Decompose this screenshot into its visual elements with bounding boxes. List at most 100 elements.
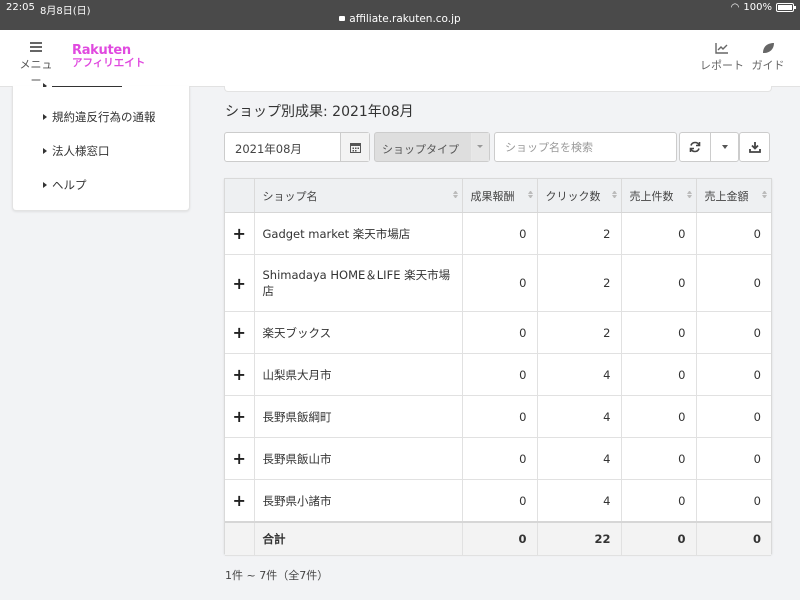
cell-sales-amount: 0 [696, 311, 771, 354]
cell-reward: 0 [462, 437, 538, 480]
table-row: + 山梨県大月市 0 4 0 0 [225, 353, 771, 396]
cell-shop-name: 楽天ブックス [254, 311, 463, 354]
expand-column-header [225, 179, 255, 213]
address-url: affiliate.rakuten.co.jp [349, 13, 461, 25]
month-picker[interactable]: 2021年08月 [224, 132, 370, 162]
cell-sales-count: 0 [621, 353, 697, 396]
cell-sales-amount: 0 [696, 353, 771, 396]
sort-icon [527, 191, 533, 198]
total-clicks: 22 [537, 521, 622, 556]
rakuten-affiliate-logo[interactable]: Rakuten アフィリエイト [72, 44, 145, 70]
expand-row-button[interactable]: + [225, 479, 255, 523]
column-header-clicks[interactable]: クリック数 [537, 179, 622, 213]
cell-shop-name: 長野県飯山市 [254, 437, 463, 480]
total-reward: 0 [462, 521, 538, 556]
table-row: + Gadget market 楽天市場店 0 2 0 0 [225, 212, 771, 255]
report-button[interactable]: レポート [700, 40, 744, 73]
sort-icon [611, 191, 617, 198]
cell-sales-amount: 0 [696, 479, 771, 523]
shop-type-select[interactable]: ショップタイプ [374, 132, 490, 162]
sort-icon [762, 191, 767, 198]
table-row: + 楽天ブックス 0 2 0 0 [225, 311, 771, 354]
cell-clicks: 4 [537, 353, 622, 396]
caret-right-icon [43, 148, 47, 154]
refresh-button[interactable] [679, 132, 711, 162]
cell-sales-count: 0 [621, 395, 697, 438]
cell-reward: 0 [462, 212, 538, 255]
cell-reward: 0 [462, 395, 538, 438]
pagination-info: 1件 ~ 7件（全7件） [225, 569, 329, 582]
sidebar-item-violation-report[interactable]: 規約違反行為の通報 [43, 109, 156, 125]
refresh-icon [689, 141, 701, 153]
expand-row-button[interactable]: + [225, 395, 255, 438]
sort-icon [686, 191, 692, 198]
table-row: + 長野県小諸市 0 4 0 0 [225, 479, 771, 523]
cell-clicks: 2 [537, 311, 622, 354]
expand-row-button[interactable]: + [225, 311, 255, 354]
total-sales-amount: 0 [696, 521, 771, 556]
column-header-shop-name[interactable]: ショップ名 [254, 179, 463, 213]
report-label: レポート [700, 59, 744, 72]
sidebar-item-label: ヘルプ [52, 178, 87, 192]
cell-sales-count: 0 [621, 437, 697, 480]
cell-sales-count: 0 [621, 479, 697, 523]
expand-row-button[interactable]: + [225, 437, 255, 480]
download-button[interactable] [739, 132, 770, 162]
sort-icon [452, 191, 458, 198]
cell-sales-count: 0 [621, 311, 697, 354]
expand-row-button[interactable]: + [225, 212, 255, 255]
expand-row-button[interactable]: + [225, 254, 255, 312]
caret-down-icon [721, 145, 728, 149]
sidebar-item-label: 法人様窓口 [52, 144, 110, 158]
cell-reward: 0 [462, 254, 538, 312]
table-row: + Shimadaya HOME＆LIFE 楽天市場店 0 2 0 0 [225, 254, 771, 312]
caret-right-icon [43, 182, 47, 188]
battery-icon [776, 3, 796, 12]
guide-button[interactable]: ガイド [750, 40, 786, 73]
status-time: 22:05 [6, 2, 35, 13]
cell-sales-count: 0 [621, 254, 697, 312]
cell-clicks: 4 [537, 479, 622, 523]
shop-results-table: ショップ名 成果報酬 クリック数 売上件数 売上金額 + Gadget mark… [224, 178, 772, 556]
column-header-sales-amount[interactable]: 売上金額 [696, 179, 771, 213]
top-panel-edge [224, 86, 772, 92]
logo-subtitle: アフィリエイト [72, 57, 146, 69]
total-label: 合計 [254, 521, 463, 556]
page-title: ショップ別成果: 2021年08月 [225, 104, 414, 120]
sidebar-item-cut [43, 79, 122, 87]
cell-shop-name: Shimadaya HOME＆LIFE 楽天市場店 [254, 254, 463, 312]
hamburger-icon [30, 42, 42, 52]
cell-reward: 0 [462, 479, 538, 523]
cell-clicks: 2 [537, 254, 622, 312]
table-total-row: 合計 0 22 0 0 [225, 521, 771, 556]
cell-shop-name: 長野県小諸市 [254, 479, 463, 523]
lock-icon [339, 16, 346, 21]
battery-percent: 100% [743, 2, 772, 13]
cell-clicks: 4 [537, 395, 622, 438]
guide-label: ガイド [751, 59, 785, 72]
table-header-row: ショップ名 成果報酬 クリック数 売上件数 売上金額 [225, 179, 771, 213]
column-header-reward[interactable]: 成果報酬 [462, 179, 538, 213]
ios-status-bar: 22:05 8月8日(日) affiliate.rakuten.co.jp ◠ … [0, 0, 800, 30]
total-sales-count: 0 [621, 521, 697, 556]
caret-right-icon [43, 114, 47, 120]
expand-row-button[interactable]: + [225, 353, 255, 396]
sidebar-item-help[interactable]: ヘルプ [43, 177, 87, 193]
cell-reward: 0 [462, 311, 538, 354]
column-header-sales-count[interactable]: 売上件数 [621, 179, 697, 213]
cell-clicks: 2 [537, 212, 622, 255]
sidebar-item-corporate-contact[interactable]: 法人様窓口 [43, 143, 110, 159]
options-dropdown-button[interactable] [710, 132, 739, 162]
table-row: + 長野県飯綱町 0 4 0 0 [225, 395, 771, 438]
calendar-icon[interactable] [340, 133, 369, 161]
shop-type-label: ショップタイプ [382, 143, 459, 156]
sidebar-menu: 規約違反行為の通報 法人様窓口 ヘルプ [12, 83, 190, 211]
address-bar[interactable]: affiliate.rakuten.co.jp [0, 13, 800, 25]
total-blank-cell [225, 521, 255, 556]
logo-wordmark: Rakuten [72, 43, 131, 58]
cell-sales-amount: 0 [696, 395, 771, 438]
wifi-icon: ◠ [730, 2, 740, 13]
cell-sales-amount: 0 [696, 212, 771, 255]
shop-search-input[interactable] [494, 132, 677, 162]
cell-sales-amount: 0 [696, 254, 771, 312]
